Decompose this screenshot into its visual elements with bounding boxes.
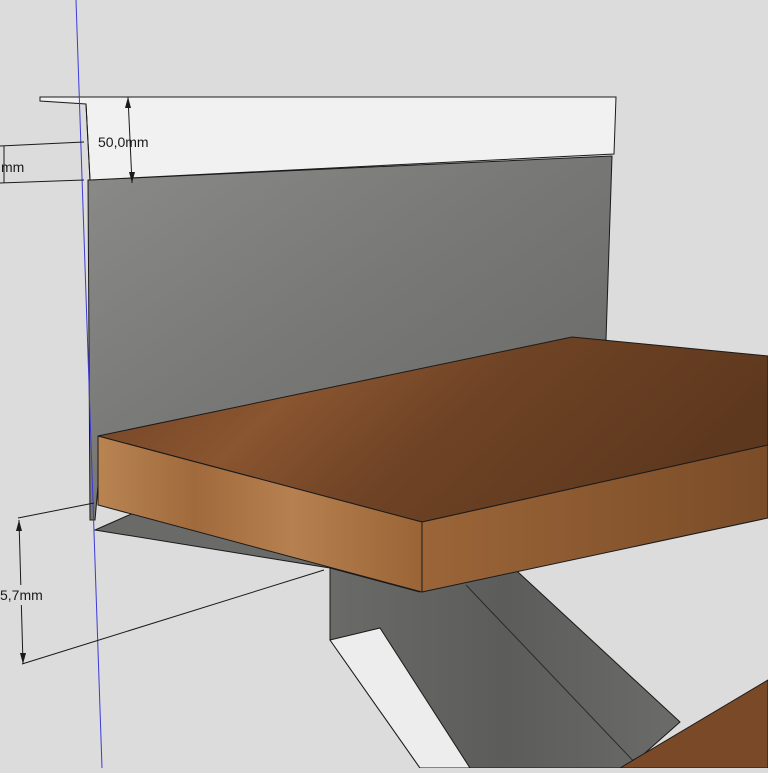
- dimension-left-upper[interactable]: mm: [0, 141, 85, 184]
- dimension-label-top: 50,0mm: [98, 134, 149, 150]
- model-canvas[interactable]: 50,0mm mm 5,7mm: [0, 0, 768, 769]
- dimension-label-left-lower: 5,7mm: [0, 587, 43, 603]
- sketchup-3d-viewport[interactable]: 50,0mm mm 5,7mm: [0, 0, 768, 769]
- dimension-label-left-upper: mm: [1, 159, 24, 175]
